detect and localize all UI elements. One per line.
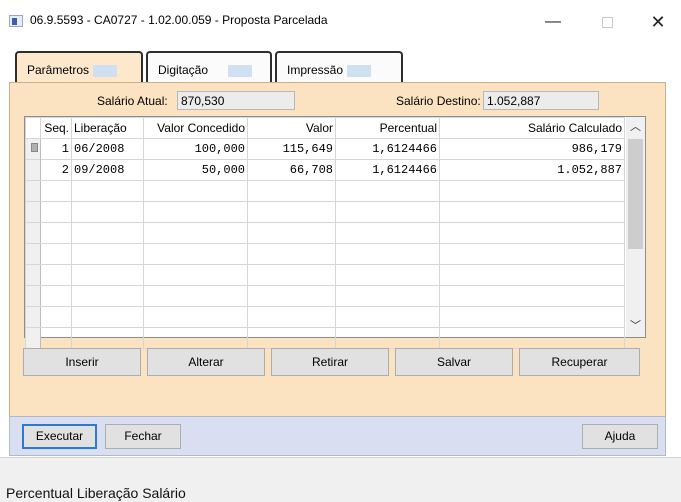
col-header-salario-calculado[interactable]: Salário Calculado [439,117,625,139]
col-header-seq[interactable]: Seq. [40,117,72,139]
cell-seq[interactable]: 1 [40,138,72,160]
col-header-valor-concedido[interactable]: Valor Concedido [143,117,248,139]
cell-salario-calculado[interactable]: 1.052,887 [439,159,625,181]
status-text: Percentual Liberação Salário [6,485,186,501]
col-header-liberacao[interactable]: Liberação [71,117,144,139]
tab-label: Parâmetros [27,63,90,77]
cell-valor-concedido[interactable]: 50,000 [143,159,248,181]
tab-label: Impressão [287,63,344,77]
empty-row[interactable] [25,264,625,286]
maximize-icon[interactable] [584,8,630,38]
vertical-scrollbar[interactable]: ︿ ﹀ [626,117,645,337]
col-header-valor[interactable]: Valor [247,117,336,139]
cell-valor[interactable]: 66,708 [247,159,336,181]
status-bar: Percentual Liberação Salário [0,457,681,502]
cell-valor[interactable]: 115,649 [247,138,336,160]
current-row-icon [31,143,38,152]
salario-atual-label: Salário Atual: [97,94,168,108]
app-icon [9,15,23,27]
cell-liberacao[interactable]: 09/2008 [71,159,144,181]
scroll-up-icon[interactable]: ︿ [626,118,645,136]
cell-salario-calculado[interactable]: 986,179 [439,138,625,160]
window-title: 06.9.5593 - CA0727 - 1.02.00.059 - Propo… [30,13,328,27]
header-indicator [25,117,41,139]
retirar-button[interactable]: Retirar [271,348,389,376]
footer-bar: Executar Fechar Ajuda [9,416,666,456]
recuperar-button[interactable]: Recuperar [519,348,640,376]
tab-parametros[interactable]: Parâmetros [15,51,143,85]
parametros-panel: Salário Atual: 870,530 Salário Destino: … [9,82,666,444]
tab-indicator [93,65,117,77]
fechar-button[interactable]: Fechar [105,424,181,449]
tab-indicator [347,65,371,77]
tab-impressao[interactable]: Impressão [275,51,403,85]
title-bar: 06.9.5593 - CA0727 - 1.02.00.059 - Propo… [0,0,681,45]
scroll-thumb[interactable] [628,139,643,249]
empty-row[interactable] [25,222,625,244]
close-icon[interactable]: ✕ [635,8,681,38]
scroll-down-icon[interactable]: ﹀ [626,317,645,335]
tab-indicator [228,65,252,77]
executar-button[interactable]: Executar [22,424,97,449]
cell-valor-concedido[interactable]: 100,000 [143,138,248,160]
table-row[interactable]: 1 06/2008 100,000 115,649 1,6124466 986,… [25,138,625,160]
cell-seq[interactable]: 2 [40,159,72,181]
salario-destino-label: Salário Destino: [396,94,481,108]
table-row[interactable]: 2 09/2008 50,000 66,708 1,6124466 1.052,… [25,159,625,181]
cell-liberacao[interactable]: 06/2008 [71,138,144,160]
row-indicator[interactable] [25,138,41,160]
salvar-button[interactable]: Salvar [395,348,513,376]
empty-row[interactable] [25,180,625,202]
salario-destino-field[interactable]: 1.052,887 [483,91,599,110]
salario-atual-field[interactable]: 870,530 [177,91,295,110]
tab-label: Digitação [158,63,209,77]
ajuda-button[interactable]: Ajuda [582,424,658,449]
proposta-grid[interactable]: Seq. Liberação Valor Concedido Valor Per… [24,116,646,349]
client-area: Parâmetros Digitação Impressão Salário A… [0,45,681,457]
cell-percentual[interactable]: 1,6124466 [335,159,440,181]
empty-row[interactable] [25,327,625,349]
minimize-icon[interactable]: — [530,8,576,38]
col-header-percentual[interactable]: Percentual [335,117,440,139]
row-indicator[interactable] [25,159,41,181]
inserir-button[interactable]: Inserir [23,348,141,376]
cell-percentual[interactable]: 1,6124466 [335,138,440,160]
empty-row[interactable] [25,285,625,307]
tab-digitacao[interactable]: Digitação [146,51,272,85]
empty-row[interactable] [25,243,625,265]
empty-row[interactable] [25,306,625,328]
grid-header-row: Seq. Liberação Valor Concedido Valor Per… [25,117,625,139]
alterar-button[interactable]: Alterar [147,348,265,376]
empty-row[interactable] [25,201,625,223]
grid-table: Seq. Liberação Valor Concedido Valor Per… [25,117,625,349]
